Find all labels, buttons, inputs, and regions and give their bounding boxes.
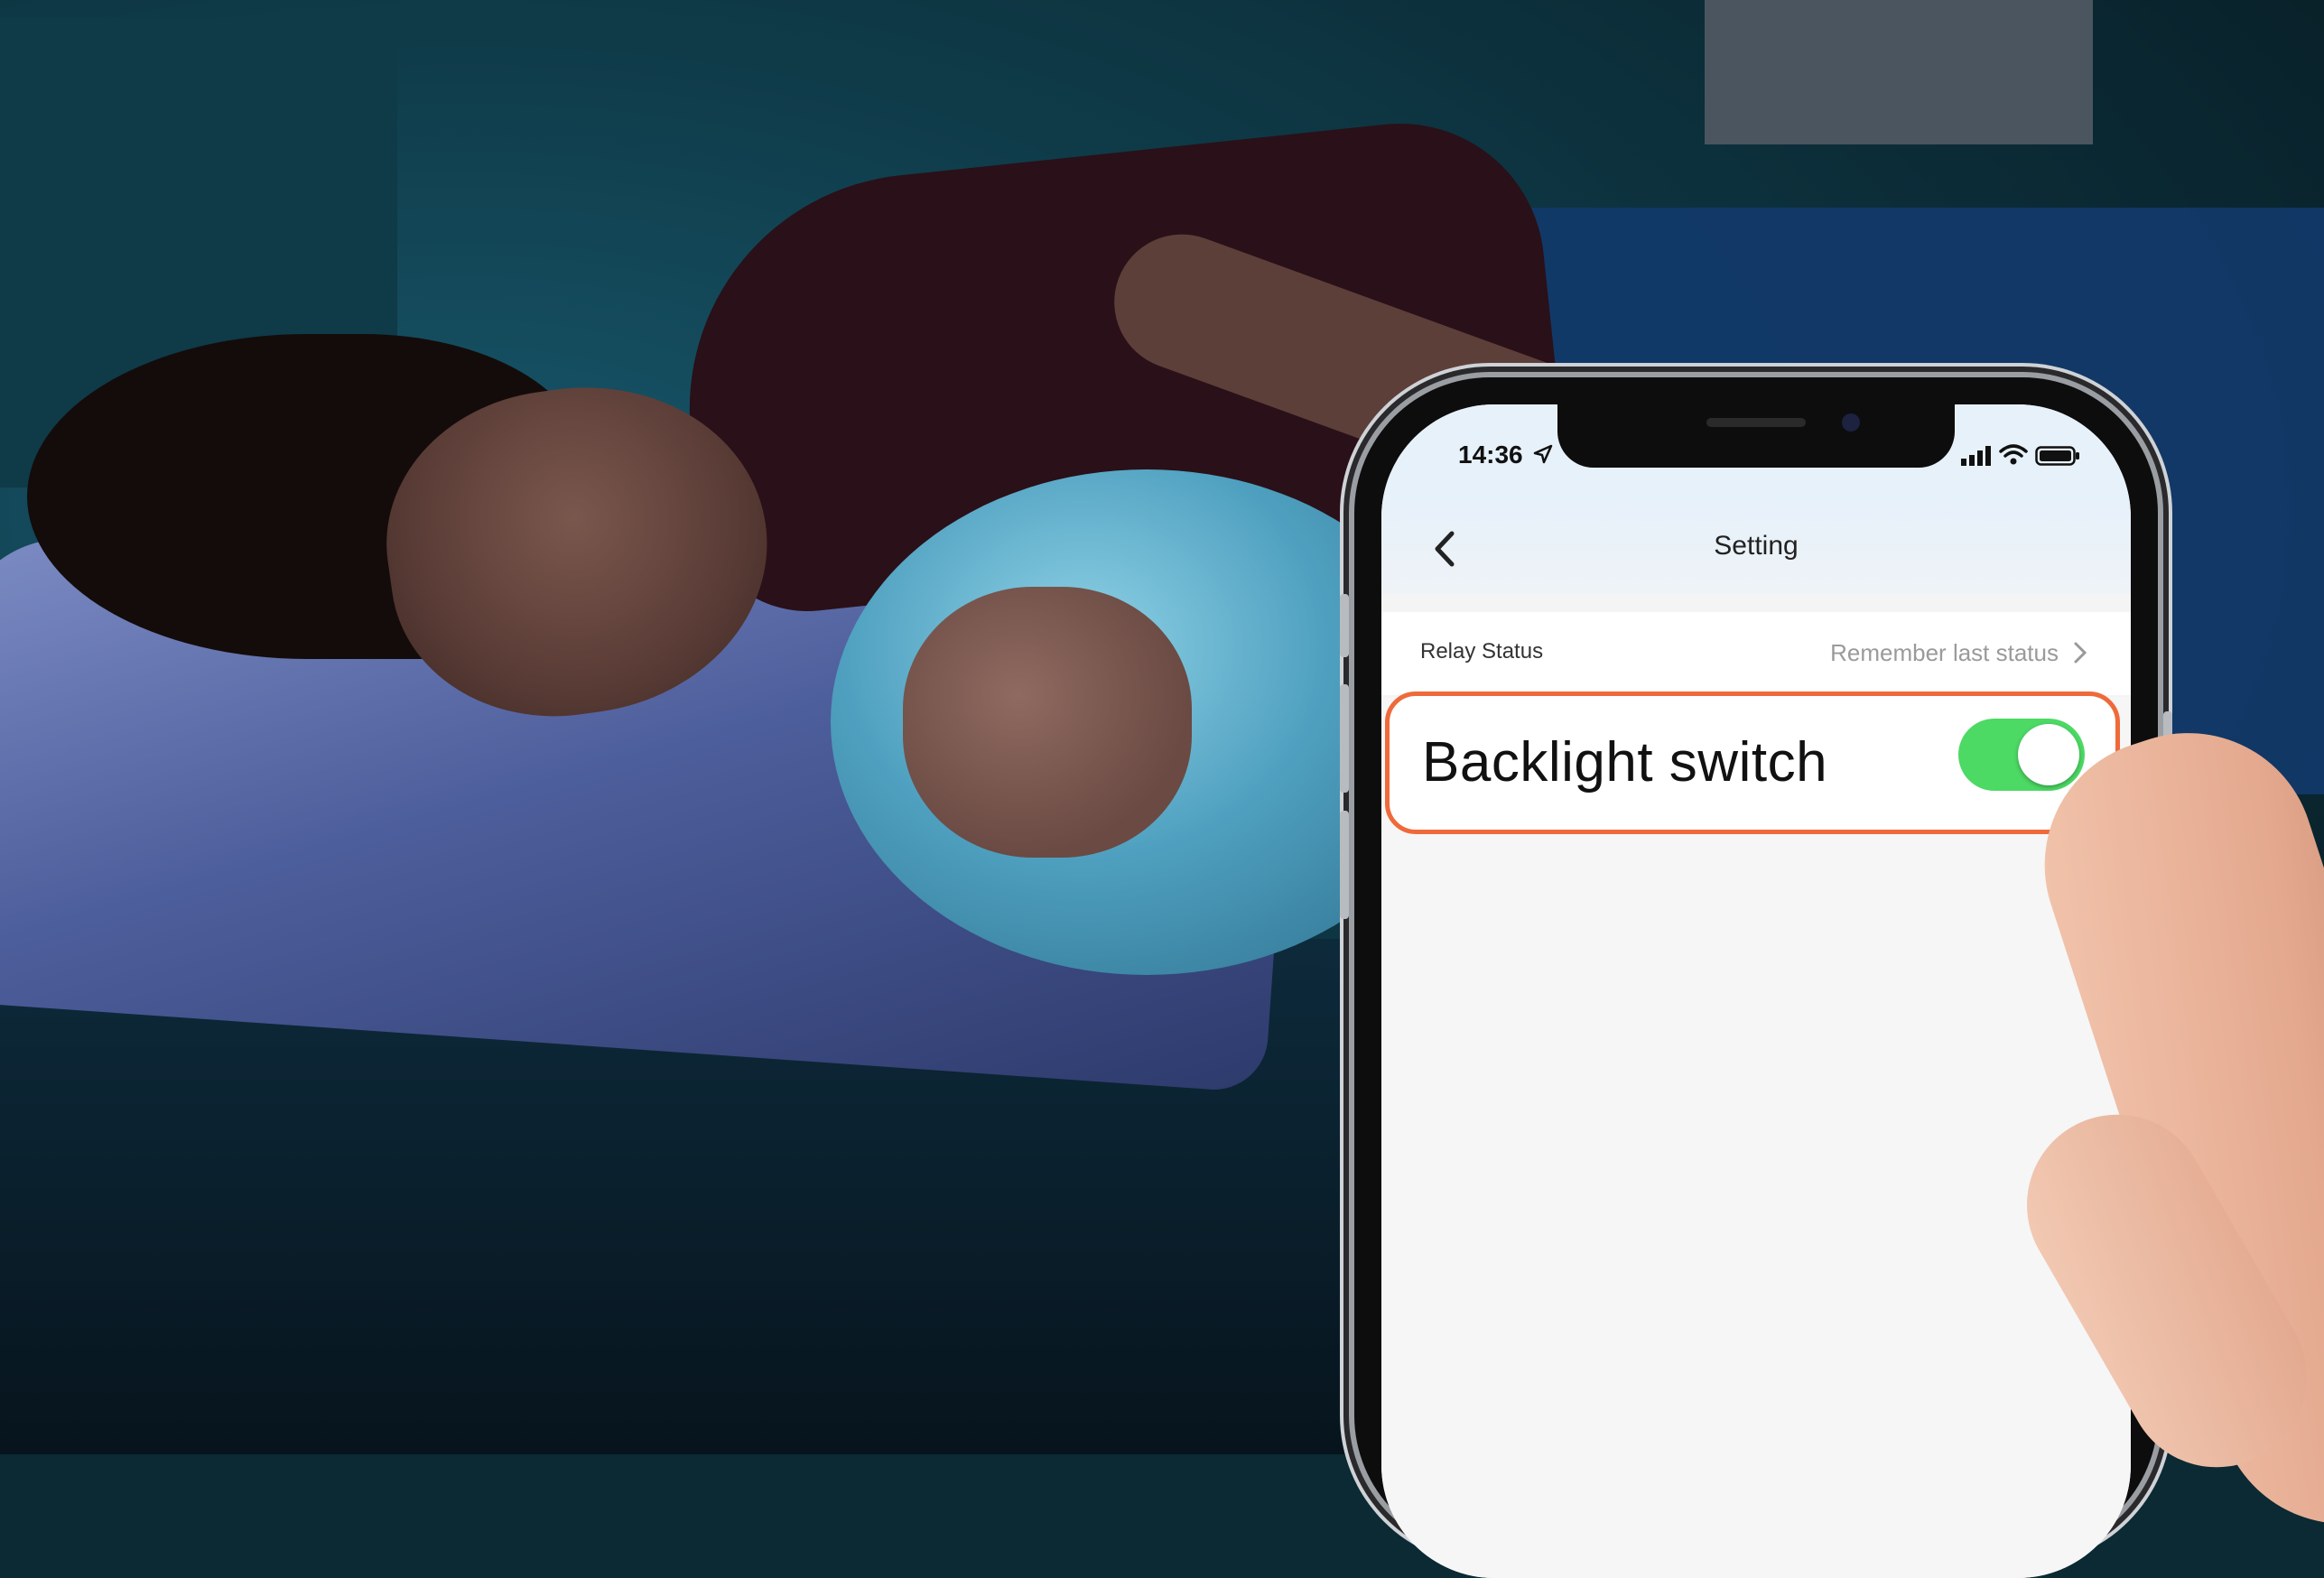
relay-status-value: Remember last status — [1830, 639, 2059, 666]
phone-speaker — [1706, 418, 1806, 427]
relay-status-row[interactable]: Relay Status Remember last status — [1381, 612, 2131, 695]
toggle-knob — [2018, 724, 2079, 785]
signal-icon — [1961, 446, 1991, 466]
status-time: 14:36 — [1458, 441, 1523, 469]
phone-volume-up-button — [1340, 684, 1349, 793]
battery-icon — [2035, 446, 2079, 466]
wifi-icon — [1999, 444, 2028, 465]
location-arrow-icon — [1533, 444, 1553, 464]
backlight-switch-row[interactable]: Backlight switch — [1385, 692, 2120, 834]
status-bar: 14:36 — [1381, 404, 2131, 504]
chevron-right-icon — [2074, 642, 2087, 664]
nav-bar: Setting — [1381, 504, 2131, 594]
phone-notch — [1557, 404, 1955, 468]
phone: 14:36 Setting Relay Status Remember last… — [1340, 377, 2172, 1578]
backlight-toggle[interactable] — [1958, 719, 2085, 791]
phone-screen: 14:36 Setting Relay Status Remember last… — [1381, 404, 2131, 1578]
backlight-switch-label: Backlight switch — [1422, 731, 1828, 794]
front-camera — [1842, 413, 1860, 432]
sleeper-hand — [903, 587, 1192, 858]
relay-status-label: Relay Status — [1420, 639, 1544, 664]
phone-volume-down-button — [1340, 811, 1349, 919]
phone-mute-button — [1340, 594, 1349, 657]
wall-panel — [1705, 0, 2093, 144]
page-title: Setting — [1714, 531, 1799, 561]
